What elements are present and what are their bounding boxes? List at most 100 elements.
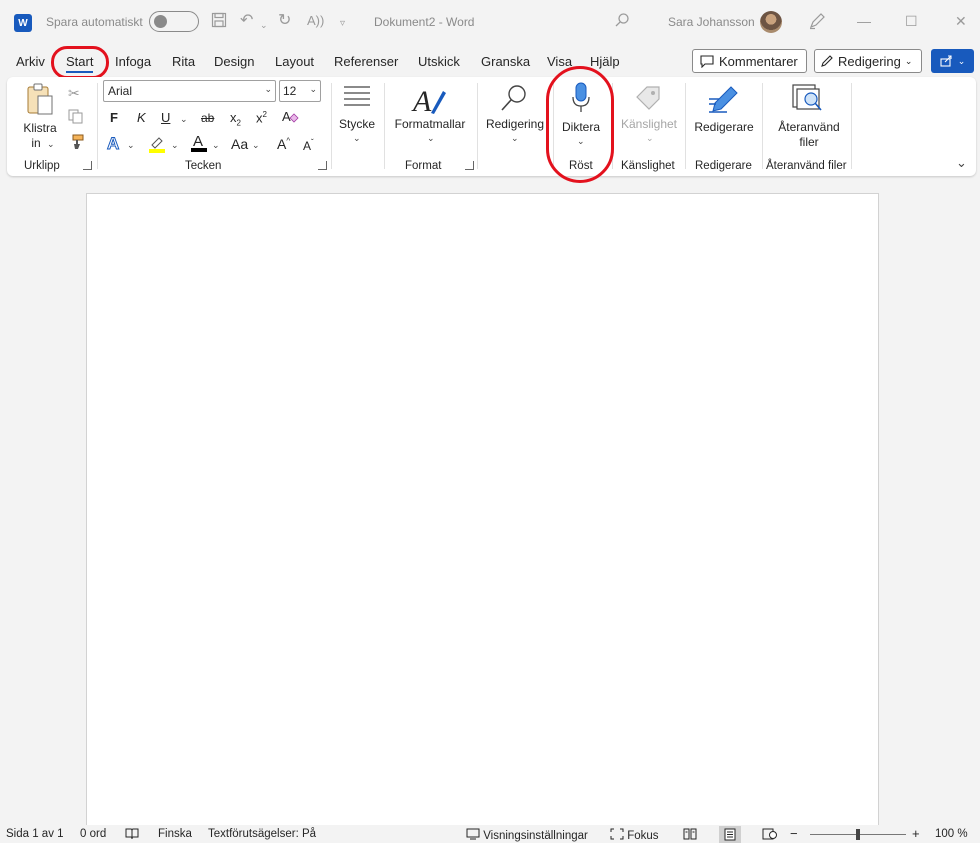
strikethrough-button[interactable]: ab — [201, 111, 214, 125]
editing-button[interactable]: Redigering ⌄ — [483, 81, 547, 155]
font-color-icon[interactable]: A — [190, 133, 208, 156]
italic-button[interactable]: K — [137, 110, 146, 125]
ribbon-collapse-icon[interactable]: ⌄ — [956, 155, 967, 171]
editor-button[interactable]: Redigerare — [691, 81, 757, 155]
text-predictions-status[interactable]: Textförutsägelser: På — [208, 828, 316, 840]
shrink-font-label: A — [303, 139, 312, 153]
search-icon — [501, 85, 526, 111]
display-settings-icon — [466, 828, 480, 840]
styles-launcher-icon[interactable] — [465, 161, 474, 170]
chevron-down-icon[interactable]: ⌄ — [212, 140, 220, 151]
group-divider — [851, 83, 852, 169]
avatar[interactable] — [760, 11, 782, 33]
styles-button[interactable]: A Formatmallar ⌄ — [391, 81, 469, 155]
document-page[interactable] — [86, 193, 879, 825]
copy-icon[interactable] — [68, 109, 83, 127]
sensitivity-label: Känslighet — [620, 117, 678, 131]
superscript-button[interactable]: x2 — [256, 110, 267, 125]
maximize-icon[interactable]: ☐ — [905, 13, 918, 30]
pen-icon[interactable] — [808, 12, 826, 35]
dictate-button[interactable]: Diktera ⌄ — [557, 81, 605, 155]
word-count[interactable]: 0 ord — [80, 828, 106, 840]
paste-label-line1: Klistra — [23, 121, 57, 135]
subscript-button[interactable]: x2 — [230, 110, 241, 128]
tab-visa[interactable]: Visa — [547, 54, 572, 69]
chevron-down-icon[interactable]: ⌄ — [171, 140, 179, 151]
text-effects-icon[interactable]: A — [106, 134, 119, 154]
reuse-files-button[interactable]: Återanvänd filer — [769, 81, 849, 155]
dictate-label: Diktera — [561, 120, 600, 134]
zoom-level[interactable]: 100 % — [935, 828, 968, 840]
font-size-combobox[interactable]: 12 ⌄ — [279, 80, 321, 102]
tab-granska[interactable]: Granska — [481, 54, 530, 69]
tab-layout[interactable]: Layout — [275, 54, 314, 69]
highlight-color-icon[interactable] — [148, 135, 166, 156]
underline-dropdown-icon[interactable]: ⌄ — [180, 114, 188, 125]
close-icon[interactable]: ✕ — [955, 13, 967, 30]
chevron-down-icon[interactable]: ⌄ — [252, 140, 260, 151]
undo-dropdown-icon[interactable]: ⌄ — [260, 16, 268, 34]
customize-toolbar-icon[interactable]: ▿ — [340, 15, 345, 33]
paragraph-label: Stycke — [338, 117, 375, 131]
cut-icon[interactable]: ✂ — [68, 85, 80, 102]
user-name[interactable]: Sara Johansson — [668, 15, 755, 29]
group-divider — [97, 83, 98, 169]
proofing-icon[interactable] — [125, 828, 139, 843]
sensitivity-button[interactable]: Känslighet ⌄ — [617, 81, 681, 155]
format-painter-icon[interactable] — [68, 134, 84, 153]
chevron-down-icon: ⌄ — [264, 84, 272, 94]
save-icon[interactable] — [211, 12, 227, 33]
print-layout-icon[interactable] — [719, 826, 741, 843]
chevron-down-icon: ⌄ — [904, 55, 913, 66]
microphone-icon — [572, 82, 590, 112]
zoom-slider-thumb[interactable] — [856, 829, 860, 840]
tab-arkiv[interactable]: Arkiv — [16, 54, 45, 69]
font-launcher-icon[interactable] — [318, 161, 327, 170]
change-case-button[interactable]: Aa — [231, 136, 248, 152]
svg-text:A: A — [411, 85, 432, 117]
display-settings-button[interactable]: Visningsinställningar — [466, 828, 588, 842]
comments-button[interactable]: Kommentarer — [692, 49, 807, 73]
font-name-combobox[interactable]: Arial ⌄ — [103, 80, 276, 102]
font-name-value: Arial — [108, 84, 133, 98]
read-aloud-icon[interactable]: A)) — [307, 12, 324, 30]
search-icon[interactable] — [614, 12, 630, 33]
tab-design[interactable]: Design — [214, 54, 254, 69]
pencil-icon — [821, 55, 833, 67]
zoom-in-icon[interactable]: + — [912, 826, 920, 841]
reuse-files-icon — [792, 84, 822, 111]
zoom-out-icon[interactable]: − — [790, 826, 798, 841]
minimize-icon[interactable]: — — [857, 13, 871, 29]
tab-referenser[interactable]: Referenser — [334, 54, 398, 69]
grow-font-button[interactable]: A^ — [277, 136, 290, 152]
tab-start[interactable]: Start — [66, 54, 94, 73]
autosave-toggle[interactable] — [149, 11, 199, 32]
svg-text:A: A — [282, 109, 291, 124]
ribbon: Klistra in ⌄ ✂ Urklipp Arial ⌄ 12 ⌄ F K … — [7, 77, 976, 176]
language-indicator[interactable]: Finska — [158, 828, 192, 840]
web-layout-icon[interactable] — [762, 828, 777, 843]
bold-button[interactable]: F — [110, 110, 118, 125]
chevron-down-icon[interactable]: ⌄ — [127, 140, 135, 151]
autosave-label: Spara automatiskt — [46, 15, 143, 29]
word-logo-icon: W — [14, 14, 32, 32]
tab-rita[interactable]: Rita — [172, 54, 195, 69]
clear-formatting-icon[interactable]: A — [281, 108, 299, 129]
paste-button[interactable]: Klistra in ⌄ — [21, 83, 59, 153]
editing-mode-button[interactable]: Redigering ⌄ — [814, 49, 922, 73]
redo-icon[interactable]: ↻ — [278, 12, 291, 30]
page-count[interactable]: Sida 1 av 1 — [6, 828, 64, 840]
tab-hjalp[interactable]: Hjälp — [590, 54, 620, 69]
paragraph-button[interactable]: Stycke ⌄ — [337, 83, 377, 155]
chevron-down-icon: ⌄ — [47, 139, 55, 149]
tab-utskick[interactable]: Utskick — [418, 54, 460, 69]
undo-icon[interactable]: ↶ — [240, 12, 253, 30]
read-mode-icon[interactable] — [683, 828, 697, 843]
clipboard-launcher-icon[interactable] — [83, 161, 92, 170]
underline-button[interactable]: U — [161, 110, 170, 125]
share-button[interactable]: ⌄ — [931, 49, 974, 73]
shrink-font-button[interactable]: Aˇ — [303, 138, 314, 153]
focus-icon — [610, 828, 624, 840]
tab-infoga[interactable]: Infoga — [115, 54, 151, 69]
focus-button[interactable]: Fokus — [610, 828, 659, 842]
